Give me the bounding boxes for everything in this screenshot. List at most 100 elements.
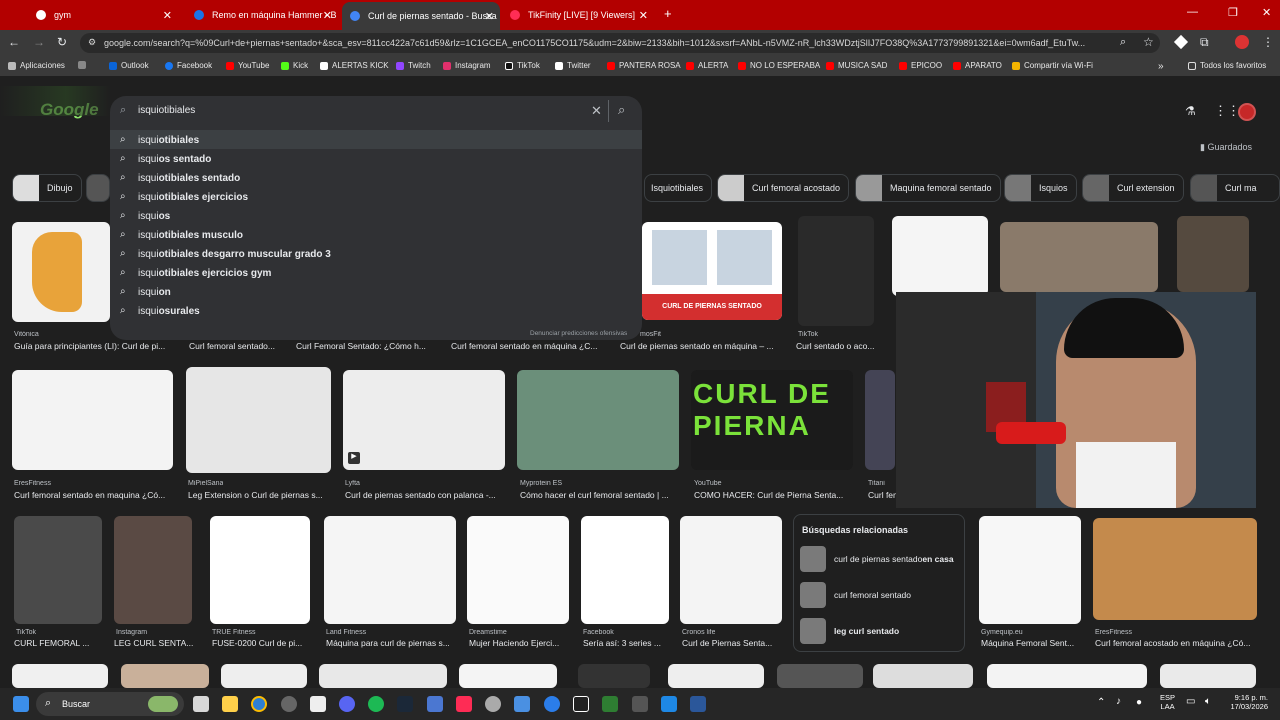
- report-predictions-link[interactable]: Denunciar predicciones ofensivas: [530, 330, 627, 337]
- suggestion-item[interactable]: ⌕ isquiotibiales ejercicios: [110, 187, 642, 206]
- bookmark-pantera-rosa[interactable]: PANTERA ROSA: [607, 61, 681, 70]
- result-image[interactable]: [319, 664, 447, 688]
- chip-isquios[interactable]: Isquios: [1004, 174, 1077, 202]
- bookmark-alerta[interactable]: ALERTA: [686, 61, 728, 70]
- result-source[interactable]: Vitónica: [14, 331, 39, 338]
- result-caption[interactable]: Curl de Piernas Senta...: [682, 638, 784, 648]
- result-image[interactable]: [680, 516, 782, 624]
- result-source[interactable]: Facebook: [583, 629, 614, 636]
- result-image[interactable]: [1177, 216, 1249, 292]
- result-source[interactable]: Instagram: [116, 629, 147, 636]
- word-icon[interactable]: [690, 696, 706, 712]
- task-view-icon[interactable]: [193, 696, 209, 712]
- search-submit-icon[interactable]: ⌕: [618, 102, 625, 118]
- result-source[interactable]: Titani: [868, 480, 885, 487]
- result-source[interactable]: Dreamstime: [469, 629, 507, 636]
- result-caption[interactable]: Curl femoral sentado en maquina ¿Có...: [14, 490, 174, 500]
- bookmark-outlook[interactable]: Outlook: [109, 61, 149, 70]
- result-source[interactable]: YouTube: [694, 480, 722, 487]
- result-caption[interactable]: Curl femoral sentado...: [189, 341, 289, 351]
- bookmark-grid[interactable]: [78, 61, 90, 69]
- app-icon[interactable]: [632, 696, 648, 712]
- reload-icon[interactable]: ↻: [57, 35, 67, 49]
- result-caption[interactable]: Guía para principiantes (LI): Curl de pi…: [14, 341, 174, 351]
- app-icon[interactable]: [544, 696, 560, 712]
- chip-curl-extension[interactable]: Curl extension: [1082, 174, 1184, 202]
- result-source[interactable]: TikTok: [798, 331, 818, 338]
- bookmark-epicoo[interactable]: EPICOO: [899, 61, 942, 70]
- result-caption[interactable]: Curl de piernas sentado en máquina – ...: [620, 341, 780, 351]
- result-image[interactable]: [581, 516, 669, 624]
- result-caption[interactable]: Curl femoral sentado en máquina ¿C...: [451, 341, 611, 351]
- result-caption[interactable]: Curl de piernas sentado con palanca -...: [345, 490, 505, 500]
- result-image[interactable]: [14, 516, 102, 624]
- bookmark-twitter[interactable]: Twitter: [555, 61, 591, 70]
- result-image[interactable]: [865, 370, 895, 470]
- volume-icon[interactable]: 🔈︎: [1205, 696, 1211, 707]
- suggestion-item[interactable]: ⌕ isquios: [110, 206, 642, 225]
- chip-maquina-femoral-sentado[interactable]: Maquina femoral sentado: [855, 174, 1001, 202]
- close-tab-icon[interactable]: ✕: [163, 9, 172, 22]
- result-caption[interactable]: Curl femoral acostado en máquina ¿Có...: [1095, 638, 1255, 648]
- result-source[interactable]: EresFitness: [1095, 629, 1132, 636]
- result-source[interactable]: TikTok: [16, 629, 36, 636]
- suggestion-item[interactable]: ⌕ isquiotibiales desgarro muscular grado …: [110, 244, 642, 263]
- search-input[interactable]: [138, 105, 538, 116]
- result-caption[interactable]: COMO HACER: Curl de Pierna Senta...: [694, 490, 854, 500]
- result-caption[interactable]: LEG CURL SENTA...: [114, 638, 198, 648]
- result-image[interactable]: [12, 664, 108, 688]
- apps-grid-icon[interactable]: ⋮⋮: [1214, 103, 1240, 119]
- result-caption[interactable]: FUSE-0200 Curl de pi...: [212, 638, 312, 648]
- suggestion-item[interactable]: ⌕ isquiosurales: [110, 301, 642, 320]
- chip-isquiotibiales[interactable]: Isquiotibiales: [644, 174, 713, 202]
- result-caption[interactable]: Leg Extension o Curl de piernas s...: [188, 490, 328, 500]
- bookmark-facebook[interactable]: Facebook: [165, 61, 212, 70]
- result-source[interactable]: MiPielSana: [188, 480, 223, 487]
- suggestion-item[interactable]: ⌕ isquiotibiales: [110, 130, 642, 149]
- result-image[interactable]: ▶: [343, 370, 505, 470]
- forward-icon[interactable]: →: [33, 35, 45, 49]
- steam-icon[interactable]: [397, 696, 413, 712]
- result-image[interactable]: [114, 516, 192, 624]
- result-image[interactable]: [324, 516, 456, 624]
- result-image[interactable]: [987, 664, 1147, 688]
- close-window-icon[interactable]: ✕: [1262, 6, 1271, 19]
- menu-icon[interactable]: ⋮: [1262, 35, 1274, 49]
- new-tab-icon[interactable]: +: [664, 6, 672, 21]
- result-caption[interactable]: Curl Femoral Sentado: ¿Cómo h...: [296, 341, 442, 351]
- result-caption[interactable]: Sería así: 3 series ...: [583, 638, 673, 648]
- saved-link[interactable]: ▮ Guardados: [1200, 142, 1252, 153]
- tab-tikfinity[interactable]: TikFinity [LIVE] [9 Viewers] ✕: [502, 4, 654, 26]
- windows-start-icon[interactable]: [13, 696, 29, 712]
- result-image[interactable]: [459, 664, 557, 688]
- result-image[interactable]: [12, 370, 173, 470]
- close-tab-icon[interactable]: ✕: [639, 9, 648, 22]
- result-caption[interactable]: Máquina para curl de piernas s...: [326, 638, 458, 648]
- more-bookmarks-icon[interactable]: »: [1158, 61, 1164, 72]
- mic-icon[interactable]: ●: [1136, 697, 1142, 708]
- result-image[interactable]: CURL DE PIERNA: [691, 370, 853, 470]
- bookmark-twitch[interactable]: Twitch: [396, 61, 431, 70]
- settings-gear-icon[interactable]: [485, 696, 501, 712]
- result-source[interactable]: Myprotein ES: [520, 480, 562, 487]
- suggestion-item[interactable]: ⌕ isquios sentado: [110, 149, 642, 168]
- chevron-up-icon[interactable]: ⌃: [1097, 697, 1105, 708]
- zoom-icon[interactable]: ⌕: [1120, 36, 1126, 49]
- result-caption[interactable]: Mujer Haciendo Ejerci...: [469, 638, 571, 648]
- result-source[interactable]: Land Fitness: [326, 629, 366, 636]
- bookmark-youtube[interactable]: YouTube: [226, 61, 269, 70]
- minimize-icon[interactable]: —: [1187, 6, 1198, 18]
- result-source[interactable]: Cronos life: [682, 629, 715, 636]
- result-image[interactable]: [121, 664, 209, 688]
- result-source[interactable]: mosFit: [640, 331, 661, 338]
- result-image[interactable]: [12, 222, 110, 322]
- all-bookmarks[interactable]: Todos los favoritos: [1188, 61, 1266, 70]
- audio-icon[interactable]: ♪: [1116, 696, 1121, 707]
- chrome-icon[interactable]: [251, 696, 267, 712]
- site-info-icon[interactable]: ⚙: [88, 37, 96, 48]
- bookmark-instagram[interactable]: Instagram: [443, 61, 491, 70]
- bookmark-kick[interactable]: Kick: [281, 61, 308, 70]
- suggestion-item[interactable]: ⌕ isquiotibiales musculo: [110, 225, 642, 244]
- suggestion-item[interactable]: ⌕ isquion: [110, 282, 642, 301]
- result-image[interactable]: [873, 664, 973, 688]
